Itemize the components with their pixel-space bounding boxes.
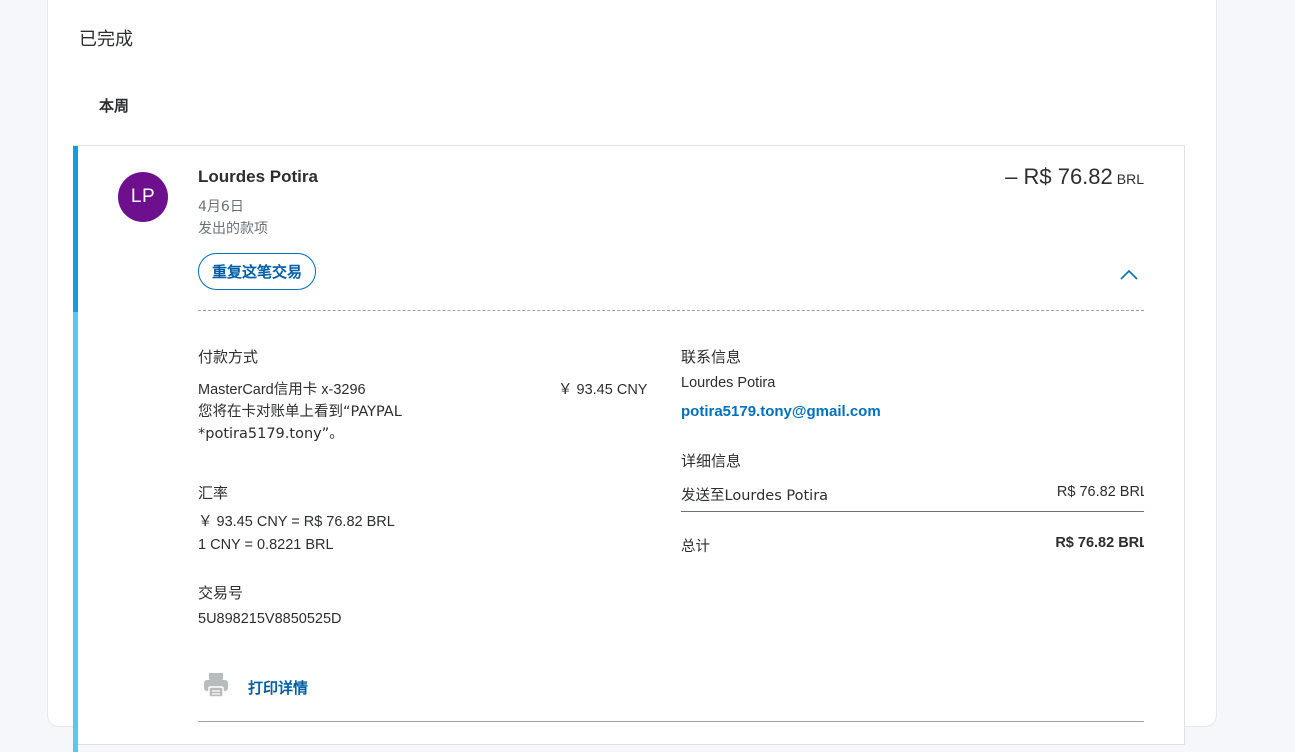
- repeat-transaction-button[interactable]: 重复这笔交易: [198, 253, 317, 290]
- amount-value: – R$ 76.82: [1005, 164, 1113, 189]
- total-label: 总计: [681, 539, 710, 555]
- detail-row-value: R$ 76.82 BRL: [1056, 484, 1144, 500]
- chevron-up-icon[interactable]: [1118, 264, 1140, 286]
- payment-card: MasterCard信用卡 x-3296: [198, 382, 366, 398]
- detail-row: 发送至Lourdes Potira R$ 76.82 BRL: [681, 484, 1144, 512]
- total-value: R$ 76.82 BRL: [1055, 535, 1144, 551]
- section-title: 已完成: [79, 29, 133, 50]
- transaction-date: 4月6日: [198, 199, 244, 215]
- counterparty-name: Lourdes Potira: [198, 167, 318, 186]
- activity-card: 已完成 本周 LP Lourdes Potira 4月6日 发出的款项 – R$…: [47, 0, 1217, 752]
- transaction-id-title: 交易号: [198, 584, 244, 602]
- exchange-rate-title: 汇率: [198, 484, 229, 502]
- payment-amount: ￥ 93.45 CNY: [558, 382, 648, 398]
- exchange-rate-line2: 1 CNY = 0.8221 BRL: [198, 537, 334, 553]
- payment-note-line1: 您将在卡对账单上看到“PAYPAL: [198, 404, 402, 420]
- print-details-link[interactable]: 打印详情: [248, 677, 308, 698]
- accent-bar-bottom: [73, 312, 78, 752]
- avatar: LP: [118, 172, 168, 222]
- group-label: 本周: [99, 97, 130, 115]
- transaction-type: 发出的款项: [198, 221, 268, 237]
- section-divider: [198, 310, 1144, 311]
- amount-currency: BRL: [1116, 171, 1144, 187]
- printer-icon[interactable]: [201, 670, 231, 700]
- detail-row-label: 发送至Lourdes Potira: [681, 488, 829, 504]
- contact-name: Lourdes Potira: [681, 375, 776, 391]
- transaction-amount: – R$ 76.82 BRL: [1005, 164, 1144, 190]
- bottom-divider: [198, 721, 1144, 722]
- payment-method-title: 付款方式: [198, 348, 259, 366]
- details-title: 详细信息: [681, 452, 742, 470]
- total-row: 总计 R$ 76.82 BRL: [681, 535, 1144, 559]
- accent-bar-top: [73, 146, 78, 312]
- transaction-id-value: 5U898215V8850525D: [198, 611, 342, 627]
- payment-note-line2: *potira5179.tony”。: [198, 426, 344, 442]
- transaction-item[interactable]: LP Lourdes Potira 4月6日 发出的款项 – R$ 76.82 B…: [73, 145, 1185, 752]
- contact-info-title: 联系信息: [681, 348, 742, 366]
- contact-email-link[interactable]: potira5179.tony@gmail.com: [681, 403, 881, 420]
- exchange-rate-line1: ￥ 93.45 CNY = R$ 76.82 BRL: [198, 514, 395, 530]
